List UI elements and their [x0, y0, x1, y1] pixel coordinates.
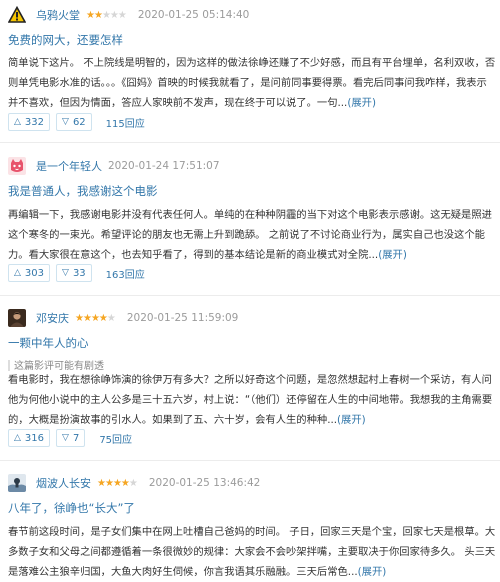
review-header: 邓安庆 ★★★★★ 2020-01-25 11:59:09	[8, 307, 238, 329]
reply-link[interactable]: 115回应	[106, 115, 145, 130]
review-username[interactable]: 乌鸦火堂	[36, 7, 80, 23]
star-icon: ★	[75, 312, 84, 324]
review-time: 2020-01-24 17:51:07	[108, 160, 220, 172]
star-icon: ★	[106, 312, 116, 324]
review-card: 乌鸦火堂 ★★★★★ 2020-01-25 05:14:40 免费的网大，还要怎…	[0, 0, 500, 140]
star-icon: ★	[117, 9, 127, 21]
cat-avatar-icon[interactable]	[8, 157, 26, 175]
upvote-count: 316	[24, 432, 45, 444]
review-header: 乌鸦火堂 ★★★★★ 2020-01-25 05:14:40	[8, 4, 249, 26]
review-time: 2020-01-25 13:46:42	[148, 477, 261, 489]
star-icon: ★	[90, 312, 100, 324]
review-username[interactable]: 烟波人长安	[36, 475, 91, 491]
downvote-button[interactable]: ▽ 7	[56, 429, 86, 447]
thumb-down-icon: ▽	[62, 268, 69, 278]
star-icon: ★	[101, 9, 111, 21]
upvote-button[interactable]: △ 303	[8, 264, 51, 282]
review-header: 是一个年轻人 2020-01-24 17:51:07	[8, 155, 220, 177]
downvote-button[interactable]: ▽ 62	[56, 113, 92, 131]
review-time: 2020-01-25 05:14:40	[137, 9, 250, 21]
rating-stars: ★★★★★	[75, 312, 116, 324]
upvote-count: 332	[24, 116, 45, 128]
downvote-count: 62	[72, 116, 86, 128]
downvote-count: 7	[72, 432, 80, 444]
review-text: 春节前这段时间，是子女们集中在网上吐槽自己爸妈的时间。 子日，回家三天是个宝，回…	[8, 526, 496, 578]
review-username[interactable]: 是一个年轻人	[36, 158, 102, 174]
rating-stars: ★★★★★	[86, 9, 127, 21]
reply-link[interactable]: 75回应	[99, 431, 132, 446]
review-title[interactable]: 我是普通人，我感谢这个电影	[8, 183, 158, 199]
thumb-down-icon: ▽	[62, 433, 69, 443]
divider	[0, 142, 500, 143]
photo-avatar-icon[interactable]	[8, 474, 26, 492]
review-body: 再编辑一下，我感谢电影并没有代表任何人。单纯的在种种阴霾的当下对这个电影表示感谢…	[8, 205, 496, 265]
star-icon: ★	[98, 312, 108, 324]
divider	[0, 460, 500, 461]
star-icon: ★	[82, 312, 92, 324]
downvote-button[interactable]: ▽ 33	[56, 264, 92, 282]
expand-link[interactable]: (展开)	[378, 249, 407, 261]
review-time: 2020-01-25 11:59:09	[126, 312, 239, 324]
portrait-avatar-icon[interactable]	[8, 309, 26, 327]
review-actions: △ 332 ▽ 62 115回应	[8, 112, 145, 132]
thumb-down-icon: ▽	[62, 117, 69, 127]
reply-link[interactable]: 163回应	[106, 266, 145, 281]
review-header: 烟波人长安 ★★★★★ 2020-01-25 13:46:42	[8, 472, 260, 494]
review-body: 春节前这段时间，是子女们集中在网上吐槽自己爸妈的时间。 子日，回家三天是个宝，回…	[8, 522, 496, 582]
upvote-button[interactable]: △ 332	[8, 113, 51, 131]
review-title[interactable]: 八年了，徐峥也“长大”了	[8, 500, 135, 516]
review-body: 简单说下这片。 不上院线是明智的，因为这样的做法徐峥还赚了不少好感，而且有平台埋…	[8, 53, 496, 113]
star-icon: ★	[93, 9, 103, 21]
star-icon: ★	[112, 477, 122, 489]
star-icon: ★	[86, 9, 95, 21]
review-body: 看电影时，我在想徐峥饰演的徐伊万有多大？之所以好奇这个问题，是忽然想起村上春树一…	[8, 370, 496, 430]
thumb-up-icon: △	[14, 117, 21, 127]
upvote-button[interactable]: △ 316	[8, 429, 51, 447]
review-actions: △ 316 ▽ 7 75回应	[8, 428, 132, 448]
review-title[interactable]: 一颗中年人的心	[8, 335, 89, 351]
expand-link[interactable]: (展开)	[337, 414, 366, 426]
thumb-up-icon: △	[14, 268, 21, 278]
star-icon: ★	[128, 477, 138, 489]
divider	[0, 295, 500, 296]
thumb-up-icon: △	[14, 433, 21, 443]
star-icon: ★	[109, 9, 119, 21]
rating-stars: ★★★★★	[97, 477, 138, 489]
expand-link[interactable]: (展开)	[347, 97, 376, 109]
upvote-count: 303	[24, 267, 45, 279]
star-icon: ★	[97, 477, 106, 489]
expand-link[interactable]: (展开)	[358, 566, 387, 578]
review-text: 再编辑一下，我感谢电影并没有代表任何人。单纯的在种种阴霾的当下对这个电影表示感谢…	[8, 209, 492, 261]
review-actions: △ 303 ▽ 33 163回应	[8, 263, 145, 283]
star-icon: ★	[120, 477, 130, 489]
review-text: 看电影时，我在想徐峥饰演的徐伊万有多大？之所以好奇这个问题，是忽然想起村上春树一…	[8, 374, 493, 426]
review-text: 简单说下这片。 不上院线是明智的，因为这样的做法徐峥还赚了不少好感，而且有平台埋…	[8, 57, 496, 109]
downvote-count: 33	[72, 267, 86, 279]
star-icon: ★	[104, 477, 114, 489]
review-title[interactable]: 免费的网大，还要怎样	[8, 32, 123, 48]
warning-avatar-icon[interactable]	[8, 6, 26, 24]
review-username[interactable]: 邓安庆	[36, 310, 69, 326]
